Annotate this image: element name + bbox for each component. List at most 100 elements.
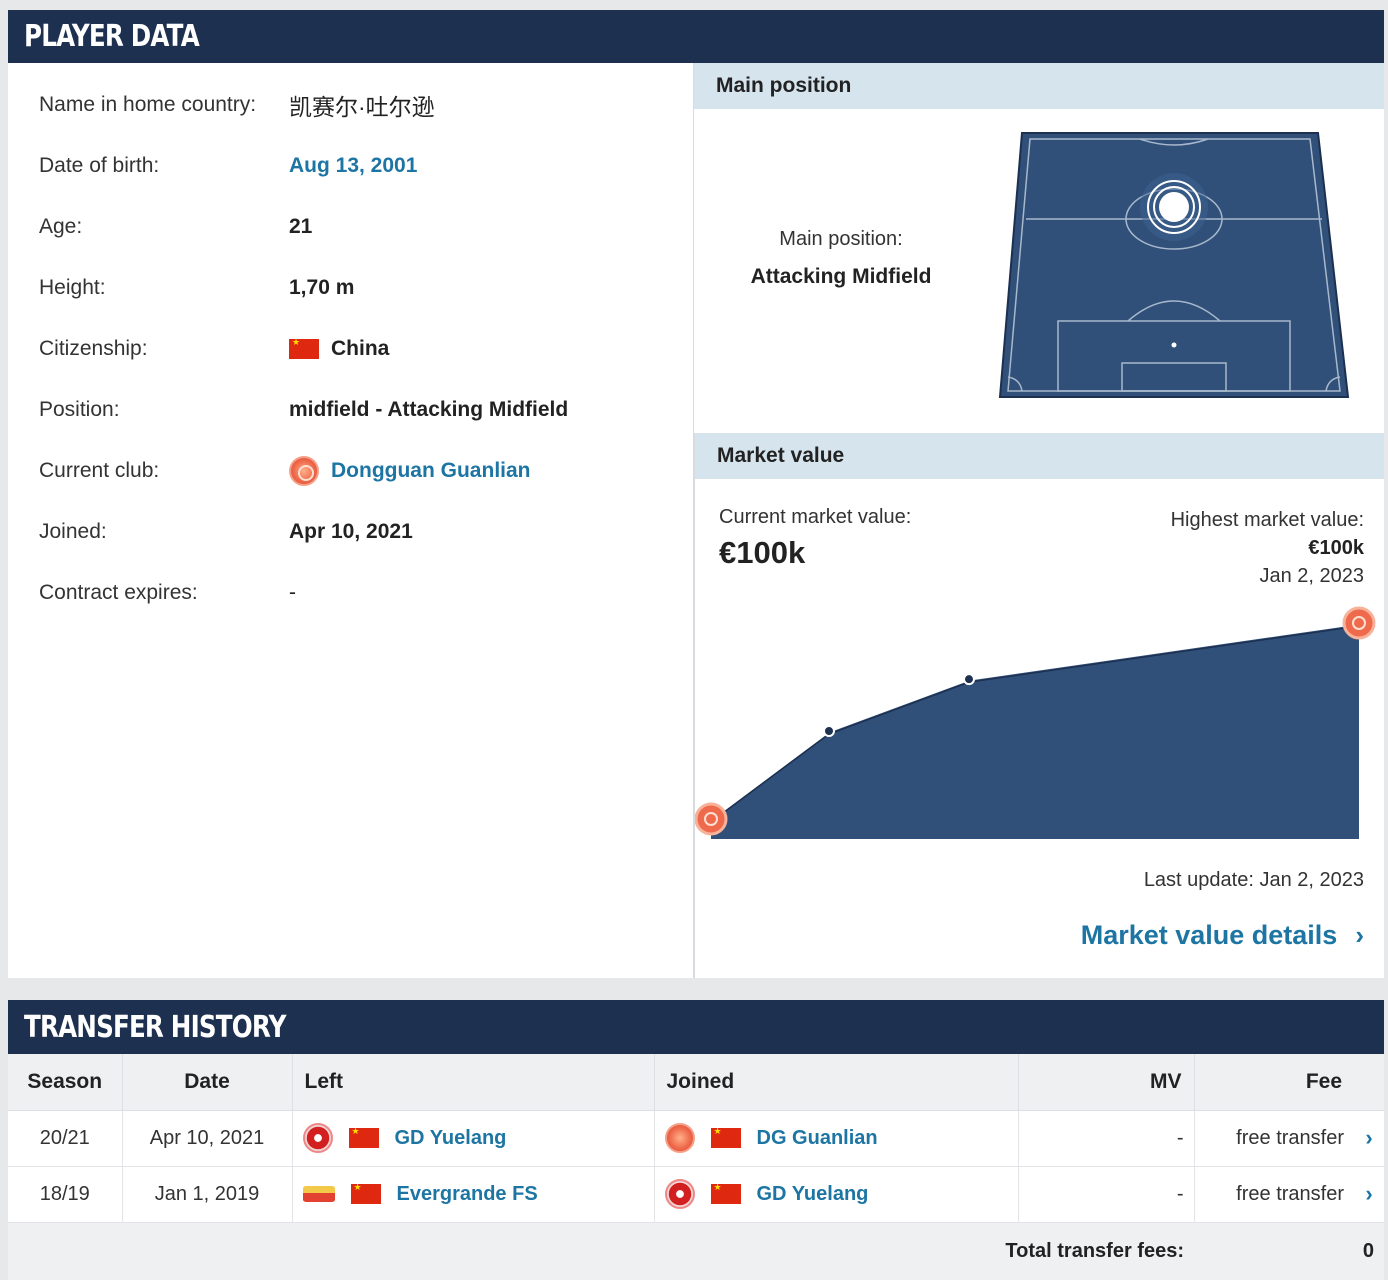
- season-cell: 20/21: [8, 1110, 123, 1167]
- date-cell: Jan 1, 2019: [122, 1166, 293, 1223]
- china-flag-icon: [348, 1126, 379, 1148]
- info-label: Date of birth:: [39, 154, 160, 177]
- transfer-history-panel: TRANSFER HISTORY Season Date Left Joined…: [8, 1000, 1384, 1280]
- total-row: Total transfer fees: 0: [8, 1222, 1384, 1280]
- position-marker-icon: [1140, 173, 1208, 241]
- total-label: Total transfer fees:: [8, 1222, 1194, 1280]
- china-flag-icon: [710, 1126, 741, 1148]
- col-mv: MV: [1018, 1054, 1195, 1111]
- info-label: Name in home country:: [39, 93, 257, 116]
- market-value-chart[interactable]: [695, 573, 1385, 863]
- transfer-table-header: Season Date Left Joined MV Fee: [8, 1054, 1384, 1111]
- total-value: 0: [1194, 1222, 1384, 1280]
- contract-value: -: [289, 581, 296, 604]
- yuelang-badge-icon[interactable]: [302, 1123, 333, 1153]
- chart-point-club-badge[interactable]: [695, 802, 728, 836]
- left-club-cell[interactable]: Evergrande FS: [292, 1166, 655, 1223]
- left-club-name[interactable]: Evergrande FS: [397, 1183, 538, 1206]
- last-update-text: Last update: Jan 2, 2023: [1143, 869, 1364, 891]
- info-label: Contract expires:: [39, 581, 198, 604]
- player-data-panel: PLAYER DATA Name in home country: 凯赛尔·吐尔…: [8, 10, 1384, 978]
- mv-cell: -: [1018, 1110, 1195, 1167]
- chart-point[interactable]: [823, 725, 835, 737]
- table-row[interactable]: 20/21 Apr 10, 2021 GD Yuelang DG Guanlia…: [8, 1110, 1384, 1167]
- current-market-value-label: Current market value:: [719, 506, 912, 528]
- citizenship-value: China: [289, 337, 389, 361]
- info-row-citizenship: Citizenship: China: [39, 329, 389, 369]
- info-row-contract: Contract expires: -: [39, 573, 296, 613]
- table-row[interactable]: 18/19 Jan 1, 2019 Evergrande FS GD Yuela…: [8, 1166, 1384, 1223]
- chart-point[interactable]: [963, 673, 975, 686]
- position-value: midfield - Attacking Midfield: [289, 398, 569, 421]
- pitch-diagram: [998, 132, 1350, 398]
- height-value: 1,70 m: [289, 276, 355, 299]
- joined-club-cell[interactable]: DG Guanlian: [654, 1110, 1019, 1167]
- player-data-header: PLAYER DATA: [8, 10, 1384, 63]
- info-row-age: Age: 21: [39, 207, 312, 247]
- info-label: Age:: [39, 215, 83, 238]
- transfer-history-title: TRANSFER HISTORY: [24, 1009, 286, 1045]
- col-season: Season: [8, 1054, 123, 1111]
- market-value-header: Market value: [695, 433, 1384, 479]
- left-club-name[interactable]: GD Yuelang: [395, 1127, 507, 1150]
- chart-point-club-badge[interactable]: [1342, 606, 1376, 640]
- info-label: Joined:: [39, 520, 107, 543]
- main-position-value: Attacking Midfield: [750, 265, 932, 288]
- info-row-joined: Joined: Apr 10, 2021: [39, 512, 413, 552]
- col-left: Left: [292, 1054, 655, 1111]
- col-fee: Fee: [1194, 1054, 1354, 1111]
- chevron-right-icon[interactable]: ›: [1354, 1166, 1384, 1223]
- joined-club-name[interactable]: DG Guanlian: [757, 1127, 878, 1150]
- season-cell: 18/19: [8, 1166, 123, 1223]
- info-label: Height:: [39, 276, 106, 299]
- highest-market-value-amount: €100k: [1308, 537, 1364, 559]
- penalty-spot: [1171, 342, 1177, 348]
- mv-cell: -: [1018, 1166, 1195, 1223]
- col-joined: Joined: [654, 1054, 1019, 1111]
- chevron-right-icon[interactable]: ›: [1354, 1110, 1384, 1167]
- transfer-table: Season Date Left Joined MV Fee 20/21 Apr…: [8, 1054, 1384, 1280]
- date-cell: Apr 10, 2021: [122, 1110, 293, 1167]
- age-value: 21: [289, 215, 313, 238]
- fee-cell: free transfer: [1194, 1110, 1354, 1167]
- market-value-box: Market value Current market value: €100k…: [694, 433, 1384, 978]
- main-position-text: Main position: Attacking Midfield: [730, 228, 952, 289]
- main-position-header: Main position: [694, 63, 1384, 109]
- citizenship-text: China: [331, 337, 390, 360]
- info-label: Citizenship:: [39, 337, 148, 360]
- left-club-cell[interactable]: GD Yuelang: [292, 1110, 655, 1167]
- current-club-name[interactable]: Dongguan Guanlian: [331, 459, 531, 483]
- chevron-right-icon[interactable]: ›: [1355, 920, 1364, 951]
- col-date: Date: [122, 1054, 293, 1111]
- club-badge-icon[interactable]: [289, 456, 319, 486]
- info-row-height: Height: 1,70 m: [39, 268, 354, 308]
- china-flag-icon: [710, 1182, 741, 1204]
- info-label: Position:: [39, 398, 120, 421]
- info-row-native-name: Name in home country: 凯赛尔·吐尔逊: [39, 85, 435, 125]
- evergrande-badge-icon[interactable]: [302, 1186, 335, 1202]
- fee-cell: free transfer: [1194, 1166, 1354, 1223]
- player-info-list: Name in home country: 凯赛尔·吐尔逊 Date of bi…: [8, 63, 694, 978]
- current-club-link[interactable]: Dongguan Guanlian: [289, 456, 531, 486]
- info-row-dob: Date of birth: Aug 13, 2001: [39, 146, 417, 186]
- col-action: [1354, 1054, 1384, 1111]
- china-flag-icon: [289, 337, 319, 359]
- player-data-title: PLAYER DATA: [24, 19, 200, 54]
- market-value-details-link[interactable]: Market value details ›: [1081, 920, 1364, 951]
- joined-value: Apr 10, 2021: [289, 520, 413, 543]
- transfer-history-header: TRANSFER HISTORY: [8, 1000, 1384, 1054]
- guanlian-badge-icon[interactable]: [664, 1123, 695, 1153]
- info-row-current-club: Current club: Dongguan Guanlian: [39, 451, 531, 491]
- info-label: Current club:: [39, 459, 160, 482]
- main-position-label: Main position:: [779, 228, 903, 250]
- highest-market-value-label: Highest market value:: [1170, 509, 1364, 531]
- joined-club-name[interactable]: GD Yuelang: [757, 1183, 869, 1206]
- current-market-value: €100k: [719, 535, 806, 570]
- china-flag-icon: [350, 1182, 381, 1204]
- yuelang-badge-icon[interactable]: [664, 1179, 695, 1209]
- pitch-surface: [998, 132, 1350, 398]
- joined-club-cell[interactable]: GD Yuelang: [654, 1166, 1019, 1223]
- chart-area: [711, 623, 1359, 839]
- dob-link[interactable]: Aug 13, 2001: [289, 154, 417, 178]
- market-value-details-label[interactable]: Market value details: [1081, 920, 1338, 951]
